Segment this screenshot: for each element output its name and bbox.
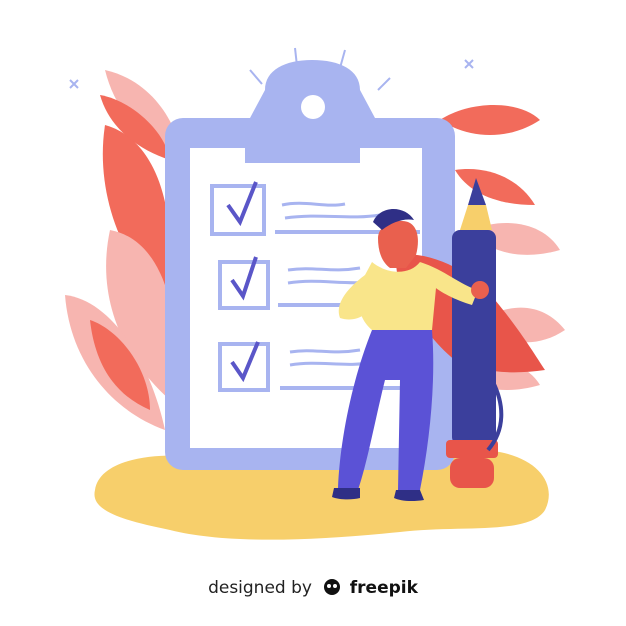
credit-prefix: designed by bbox=[208, 578, 312, 598]
freepik-logo-icon bbox=[324, 579, 341, 595]
credit-line: designed by freepik bbox=[0, 578, 626, 598]
credit-brand[interactable]: freepik bbox=[350, 578, 418, 598]
checklist-illustration bbox=[65, 47, 565, 540]
